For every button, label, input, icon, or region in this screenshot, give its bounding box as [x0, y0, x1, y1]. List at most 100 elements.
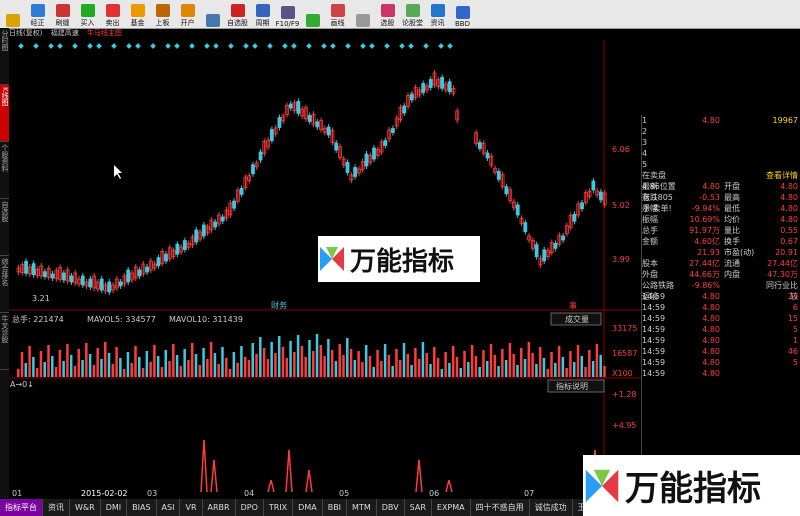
side-tab[interactable]: 分时图 — [0, 28, 9, 85]
indicator-tab[interactable]: ASI — [157, 499, 181, 516]
indicator-tab[interactable]: SAR — [405, 499, 432, 516]
volume-bar — [535, 364, 538, 377]
candle — [334, 142, 339, 151]
toolbar-button[interactable]: 买入 — [75, 1, 100, 28]
volume-bar — [255, 354, 258, 377]
indicator-tab[interactable]: 四十不惑自用 — [471, 499, 530, 516]
toolbar-button[interactable] — [300, 1, 325, 28]
volume-bar — [134, 346, 137, 377]
toolbar-button[interactable] — [350, 1, 375, 28]
volume-bar — [153, 345, 156, 377]
candle — [409, 93, 414, 101]
signal-marker — [447, 43, 453, 49]
indicator-tab[interactable]: DPO — [236, 499, 264, 516]
cell — [720, 302, 762, 313]
toolbar-button[interactable]: 卖出 — [100, 1, 125, 28]
toolbar-button[interactable]: BBD — [450, 1, 475, 28]
signal-marker — [96, 43, 102, 49]
cell: 2 — [642, 127, 648, 136]
toolbar-label: 买入 — [80, 19, 95, 27]
side-tab[interactable]: 自选股 — [0, 199, 9, 256]
toolbar-button[interactable]: 周期 — [250, 1, 275, 28]
toolbar-button[interactable]: 基金 — [125, 1, 150, 28]
volume-bar — [243, 357, 247, 377]
volume-bar — [293, 352, 296, 377]
toolbar-label: 自选股 — [227, 19, 248, 27]
volume-bar — [115, 347, 118, 377]
side-tab[interactable]: 牛叉诊股 — [0, 313, 9, 370]
indicator-tab[interactable]: 诚信成功 — [530, 499, 573, 516]
volume-bar — [62, 361, 65, 377]
volume-bar — [164, 350, 167, 377]
signal-marker — [267, 43, 273, 49]
toolbar-button[interactable]: 画线 — [325, 1, 350, 28]
indicator-tab[interactable]: VR — [180, 499, 203, 516]
volume-bar — [504, 360, 508, 377]
cell: 21.93 — [697, 248, 720, 257]
toolbar-button[interactable]: 刷缝 — [50, 1, 75, 28]
indicator-tab[interactable]: 指标平台 — [0, 499, 43, 516]
volume-bar — [572, 362, 576, 377]
volume-bar — [327, 339, 330, 377]
toolbar-button[interactable]: F10/F9 — [275, 1, 300, 28]
indicator-tab[interactable]: BIAS — [127, 499, 157, 516]
volume-bar — [349, 349, 353, 377]
volume-bar — [542, 358, 546, 377]
volume-bar — [436, 358, 440, 377]
toolbar-button[interactable] — [0, 1, 25, 28]
side-tab[interactable]: 个股资料 — [0, 142, 9, 199]
volume-bar — [24, 363, 28, 377]
indicator-tab[interactable]: EXPMA — [432, 499, 471, 516]
volume-bar — [51, 356, 54, 377]
logo-center: 万能指标 — [318, 236, 480, 282]
candle — [201, 224, 206, 237]
cell: 6 — [792, 303, 798, 312]
volume-bar — [493, 355, 497, 377]
volume-bar — [85, 343, 88, 377]
stat-row: 涨跌 -0.53 最高 4.80 — [642, 192, 800, 203]
period-label[interactable]: 日线(复权) — [9, 29, 42, 37]
volume-bar — [225, 358, 228, 377]
toolbar-button[interactable]: 开户 — [175, 1, 200, 28]
indicator-tab[interactable]: 资讯 — [43, 499, 70, 516]
ask-row: 3 — [642, 137, 800, 148]
toolbar-button[interactable]: 自选股 — [225, 1, 250, 28]
cell: 14:59 — [642, 325, 666, 334]
side-tab[interactable]: K线图 — [0, 85, 9, 142]
indicator-tab[interactable]: TRIX — [264, 499, 294, 516]
toolbar-button[interactable]: 上板 — [150, 1, 175, 28]
volume-bar — [160, 367, 164, 377]
toolbar-button[interactable]: 资讯 — [425, 1, 450, 28]
indicator-tab[interactable]: W&R — [70, 499, 101, 516]
indicator-tab[interactable]: ARBR — [203, 499, 236, 516]
volume-bar — [232, 352, 236, 377]
signal-marker — [87, 43, 93, 49]
toolbar-button[interactable]: 选股 — [375, 1, 400, 28]
indicator-tab[interactable]: MTM — [347, 499, 377, 516]
candle — [315, 121, 320, 128]
volume-bar — [357, 351, 360, 377]
volume-bar — [20, 352, 24, 377]
side-tab[interactable]: 综合排名 — [0, 256, 9, 313]
volume-bar — [455, 357, 459, 377]
cell: 14:59 — [642, 347, 666, 356]
stat-row: 总手 91.97万 量比 0.55 — [642, 225, 800, 236]
main-indicator-label[interactable]: 牛马线主图 — [87, 29, 122, 37]
signal-marker — [321, 43, 327, 49]
indicator-tab[interactable]: DMI — [101, 499, 128, 516]
volume-bar — [66, 344, 69, 377]
volume-bar — [520, 348, 523, 377]
cell: 27.44亿 — [689, 259, 720, 268]
toolbar-button[interactable] — [200, 1, 225, 28]
candle — [599, 191, 603, 201]
cell: 3 — [642, 138, 648, 147]
volume-bar — [251, 343, 254, 377]
toolbar-button[interactable]: 论股堂 — [400, 1, 425, 28]
toolbar-button[interactable]: 经正 — [25, 1, 50, 28]
indicator-tab[interactable]: BBI — [323, 499, 348, 516]
indicator-tab[interactable]: DBV — [377, 499, 405, 516]
indicator-tab[interactable]: DMA — [293, 499, 323, 516]
toolbar-icon — [205, 14, 220, 27]
volume-bar — [538, 347, 542, 377]
volume-bar — [96, 348, 99, 377]
